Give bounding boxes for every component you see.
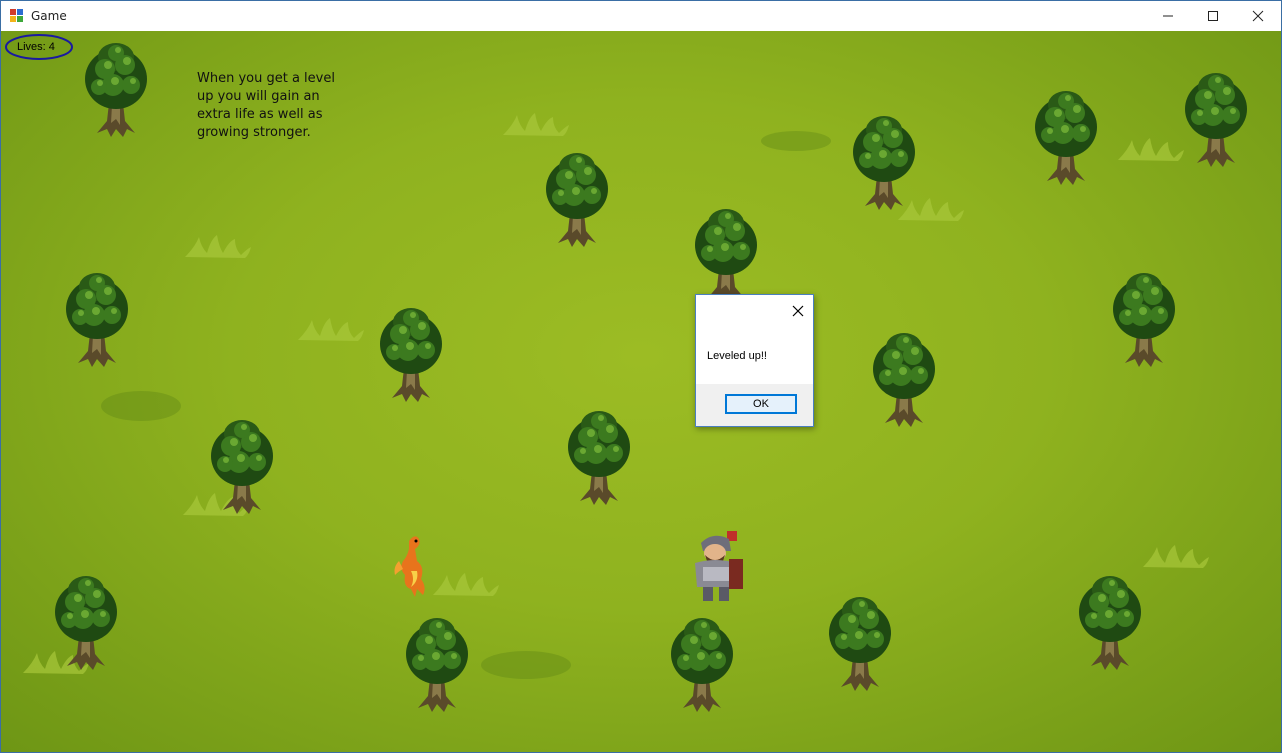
ok-button[interactable]: OK — [725, 394, 797, 414]
tree-icon — [1183, 71, 1249, 169]
tree-icon — [64, 271, 130, 369]
tree-icon — [1033, 89, 1099, 187]
grass-tuft — [183, 233, 253, 259]
game-window: Game Lives: 4 When you get a level up yo… — [0, 0, 1282, 753]
close-icon[interactable] — [791, 304, 805, 318]
tree-icon — [209, 418, 275, 516]
grass-tuft — [1141, 543, 1211, 569]
tree-icon — [83, 41, 149, 139]
tree-icon — [871, 331, 937, 429]
close-icon — [1252, 10, 1264, 22]
tree-icon — [53, 574, 119, 672]
minimize-icon — [1163, 15, 1173, 17]
level-up-tip: When you get a level up you will gain an… — [197, 71, 335, 140]
grass-tuft — [431, 571, 501, 597]
ground-patch — [481, 651, 571, 679]
tree-icon — [544, 151, 610, 249]
tree-icon — [566, 409, 632, 507]
level-up-dialog: Leveled up!! OK — [695, 294, 814, 427]
app-icon — [10, 9, 23, 22]
window-title: Game — [31, 9, 67, 23]
tree-icon — [827, 595, 893, 693]
lives-counter: Lives: 4 — [17, 41, 55, 53]
tree-icon — [378, 306, 444, 404]
ground-patch — [761, 131, 831, 151]
grass-tuft — [296, 316, 366, 342]
dragon-icon[interactable] — [389, 531, 435, 599]
dialog-message: Leveled up!! — [707, 350, 767, 362]
dialog-footer: OK — [696, 384, 813, 426]
tree-icon — [693, 207, 759, 305]
game-canvas[interactable]: Lives: 4 When you get a level up you wil… — [1, 31, 1281, 752]
tree-icon — [1077, 574, 1143, 672]
title-bar[interactable]: Game — [1, 1, 1281, 31]
maximize-button[interactable] — [1190, 1, 1236, 31]
tree-icon — [1111, 271, 1177, 369]
maximize-icon — [1208, 11, 1218, 21]
grass-tuft — [501, 111, 571, 137]
tree-icon — [404, 616, 470, 714]
minimize-button[interactable] — [1145, 1, 1191, 31]
knight-icon[interactable] — [689, 529, 751, 603]
ground-patch — [101, 391, 181, 421]
tree-icon — [669, 616, 735, 714]
tree-icon — [851, 114, 917, 212]
grass-tuft — [1116, 136, 1186, 162]
close-button[interactable] — [1235, 1, 1281, 31]
